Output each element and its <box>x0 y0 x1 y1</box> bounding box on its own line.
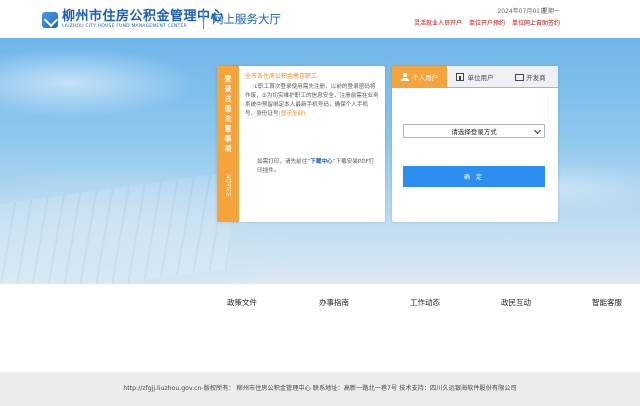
logo-title: 柳州市住房公积金管理中心 <box>62 9 225 24</box>
keyboard-decoration <box>0 171 230 301</box>
unit-self-service-sign-link[interactable]: 单位网上自助签约 <box>512 18 560 27</box>
building-icon <box>456 73 465 81</box>
developer-icon <box>515 73 525 81</box>
nav-policy-documents[interactable]: 政策文件 <box>227 297 257 308</box>
unit-account-appointment-link[interactable]: 单位开户预约 <box>469 18 505 27</box>
tab-label: 个人用户 <box>412 74 439 82</box>
nav-public-interaction[interactable]: 政民互动 <box>501 297 531 308</box>
notice-paragraph: ①职工首次登录使用需先注册，以前的登录密码将作废，②为切实维护职工的信息安全，注… <box>245 84 379 117</box>
notice-panel: 登录注册注意事项 NOTICE 全市各住房公积金缴存职工: ①职工首次登录使用需… <box>217 66 385 222</box>
footer-copyright: http://zfgjj.liuzhou.gov.cn-版权所有： 柳州市住房公… <box>123 385 517 392</box>
footer: http://zfgjj.liuzhou.gov.cn-版权所有： 柳州市住房公… <box>0 372 640 406</box>
nav-service-guide[interactable]: 办事指南 <box>319 297 349 308</box>
bottom-nav: 政策文件 办事指南 工作动态 政民互动 智能客服 <box>0 284 640 372</box>
nav-work-news[interactable]: 工作动态 <box>410 297 440 308</box>
download-center-link[interactable]: 下载中心 <box>310 159 332 165</box>
flexible-employment-account-link[interactable]: 灵活就业人员开户 <box>414 18 462 27</box>
tab-developer[interactable]: 开发商 <box>503 66 558 88</box>
tab-label: 单位用户 <box>467 74 494 82</box>
login-method-select[interactable]: 请选择登录方式 <box>403 124 545 138</box>
download-notice: 如需打印，请先前往“下载中心”下载安装PDF打印插件。 <box>257 158 379 176</box>
nav-smart-service[interactable]: 智能客服 <box>592 297 622 308</box>
header-links: 灵活就业人员开户 单位开户预约 单位网上自助签约 <box>414 18 560 27</box>
confirm-button[interactable]: 确 定 <box>403 166 545 187</box>
notice-side-bar: 登录注册注意事项 NOTICE <box>217 66 239 222</box>
hall-title: 网上服务大厅 <box>212 12 281 26</box>
current-weekday: 星期一 <box>541 8 560 15</box>
house-emblem-icon <box>42 12 58 28</box>
chevron-down-icon <box>533 126 542 135</box>
login-tabs: 个人用户 单位用户 开发商 <box>392 66 558 88</box>
tab-unit-user[interactable]: 单位用户 <box>447 66 502 88</box>
login-panel: 个人用户 单位用户 开发商 请选择登录方式 确 定 <box>392 66 558 222</box>
current-date: 2024年07月01日 <box>497 8 546 15</box>
header-divider <box>203 11 204 29</box>
tab-personal-user[interactable]: 个人用户 <box>392 66 448 88</box>
show-all-link[interactable]: (显示全部) <box>279 111 306 117</box>
person-icon <box>401 73 410 81</box>
notice-body: 全市各住房公积金缴存职工: ①职工首次登录使用需先注册，以前的登录密码将作废，②… <box>245 72 379 119</box>
tab-label: 开发商 <box>526 74 546 82</box>
notice-greeting: 全市各住房公积金缴存职工: <box>245 73 320 80</box>
notice-side-label: 登录注册注意事项 <box>224 75 232 153</box>
download-prefix: 如需打印，请先前往“ <box>257 159 311 165</box>
logo[interactable]: 柳州市住房公积金管理中心 LIUZHOU CITY HOUSE FUND MAN… <box>42 8 224 32</box>
notice-side-label-en: NOTICE <box>224 174 232 197</box>
logo-subtitle: LIUZHOU CITY HOUSE FUND MANAGEMENT CENTE… <box>62 24 187 29</box>
login-method-selected: 请选择登录方式 <box>451 128 497 136</box>
header: 柳州市住房公积金管理中心 LIUZHOU CITY HOUSE FUND MAN… <box>0 0 640 38</box>
